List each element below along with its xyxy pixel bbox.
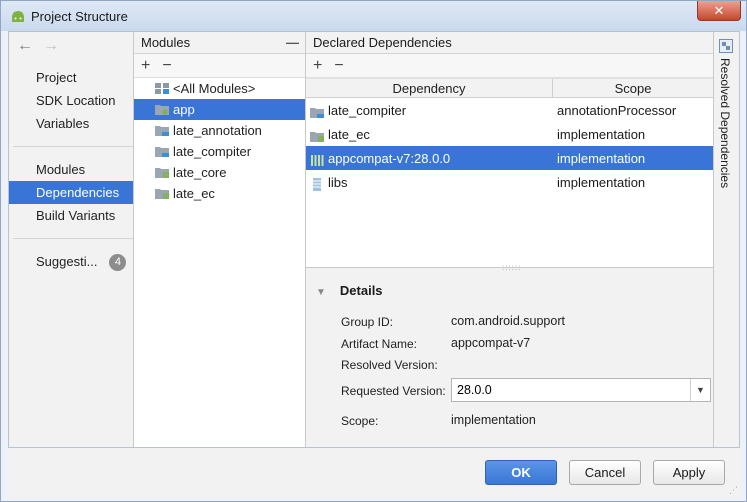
module-item-late-ec[interactable]: late_ec <box>134 183 305 204</box>
dependency-scope: annotationProcessor <box>557 102 677 118</box>
modules-header: Modules — <box>134 32 305 54</box>
dependency-name: appcompat-v7:28.0.0 <box>328 150 451 166</box>
library-icon <box>311 154 324 166</box>
nav-divider <box>13 238 133 239</box>
window-title: Project Structure <box>31 8 128 24</box>
scope-label: Scope: <box>341 414 379 428</box>
column-header-dependency[interactable]: Dependency <box>306 79 553 97</box>
table-row[interactable]: libs implementation <box>306 170 713 194</box>
all-modules-icon <box>155 83 169 94</box>
dependency-name: late_ec <box>328 126 370 142</box>
library-folder-icon <box>155 189 169 199</box>
collapse-triangle-icon: ▼ <box>316 287 326 298</box>
table-row[interactable]: appcompat-v7:28.0.0 implementation <box>306 146 713 170</box>
android-studio-icon <box>9 7 27 25</box>
add-dependency-icon[interactable]: + <box>313 57 322 75</box>
requested-version-input[interactable] <box>452 383 687 397</box>
table-row[interactable]: late_compiter annotationProcessor <box>306 98 713 122</box>
cancel-button[interactable]: Cancel <box>569 460 641 485</box>
resolved-version-label: Resolved Version: <box>341 358 438 372</box>
module-label: <All Modules> <box>173 81 256 96</box>
modules-panel: Modules — + − <All Modules> app late_ann… <box>134 32 306 447</box>
remove-dependency-icon[interactable]: − <box>334 57 343 75</box>
app-module-icon <box>155 105 169 115</box>
dependencies-table-header: Dependency Scope <box>306 78 713 98</box>
module-label: app <box>173 102 195 117</box>
forward-arrow-icon[interactable]: → <box>43 37 59 55</box>
details-panel: :::::: ▼ Details Group ID: com.android.su… <box>306 263 713 447</box>
details-header[interactable]: ▼ Details <box>316 283 383 298</box>
module-label: late_core <box>173 165 227 180</box>
module-label: late_annotation <box>173 123 262 138</box>
module-item-app[interactable]: app <box>134 99 305 120</box>
close-button[interactable]: ✕ <box>697 1 741 21</box>
suggestions-label: Suggesti... <box>36 254 98 269</box>
nav-arrows: ← → <box>9 32 133 60</box>
module-label: late_compiter <box>173 144 252 159</box>
remove-module-icon[interactable]: − <box>162 57 171 75</box>
module-item-all[interactable]: <All Modules> <box>134 78 305 99</box>
apply-button[interactable]: Apply <box>653 460 725 485</box>
artifact-name-value: appcompat-v7 <box>451 336 531 350</box>
nav-item-sdk-location[interactable]: SDK Location <box>9 89 133 112</box>
ok-button[interactable]: OK <box>485 460 557 485</box>
resolved-dependencies-label: Resolved Dependencies <box>718 58 732 189</box>
nav-divider <box>13 146 133 147</box>
nav-item-suggestions[interactable]: Suggesti... 4 <box>9 250 133 273</box>
module-folder-icon <box>155 147 169 157</box>
requested-version-label: Requested Version: <box>341 384 446 398</box>
module-item-late-annotation[interactable]: late_annotation <box>134 120 305 141</box>
minimize-icon[interactable]: — <box>286 32 299 54</box>
dependencies-panel: Declared Dependencies + − Dependency Sco… <box>306 32 713 447</box>
scope-value: implementation <box>451 413 536 427</box>
dependency-scope: implementation <box>557 150 646 166</box>
group-id-label: Group ID: <box>341 315 394 329</box>
nav-item-variables[interactable]: Variables <box>9 112 133 135</box>
table-row[interactable]: late_ec implementation <box>306 122 713 146</box>
nav-item-modules[interactable]: Modules <box>9 158 133 181</box>
dependency-scope: implementation <box>557 126 646 142</box>
library-folder-icon <box>155 168 169 178</box>
library-folder-icon <box>310 131 324 142</box>
module-item-late-compiter[interactable]: late_compiter <box>134 141 305 162</box>
module-folder-icon <box>310 107 324 118</box>
close-icon: ✕ <box>713 2 725 18</box>
nav-item-build-variants[interactable]: Build Variants <box>9 204 133 227</box>
module-label: late_ec <box>173 186 215 201</box>
dialog-footer: OK Cancel Apply ⋰ <box>8 448 740 498</box>
splitter-grip[interactable]: :::::: <box>502 263 521 272</box>
dependencies-header-label: Declared Dependencies <box>313 35 452 50</box>
project-structure-window: Project Structure ✕ ← → Project SDK Loca… <box>0 0 747 502</box>
dependencies-toolbar: + − <box>306 54 713 78</box>
nav-item-dependencies[interactable]: Dependencies <box>9 181 133 204</box>
module-item-late-core[interactable]: late_core <box>134 162 305 183</box>
column-header-scope[interactable]: Scope <box>553 79 713 97</box>
nav-item-project[interactable]: Project <box>9 66 133 89</box>
resize-grip-icon[interactable]: ⋰ <box>729 485 738 496</box>
module-folder-icon <box>155 126 169 136</box>
group-id-value: com.android.support <box>451 314 565 328</box>
add-module-icon[interactable]: + <box>141 57 150 75</box>
dependencies-header: Declared Dependencies <box>306 32 713 54</box>
dependency-name: libs <box>328 174 348 190</box>
left-nav: ← → Project SDK Location Variables Modul… <box>9 32 134 447</box>
dependency-name: late_compiter <box>328 102 407 118</box>
main-content: ← → Project SDK Location Variables Modul… <box>8 31 740 448</box>
suggestions-count-badge: 4 <box>109 254 127 272</box>
artifact-name-label: Artifact Name: <box>341 337 418 351</box>
library-icon <box>313 177 321 191</box>
title-bar: Project Structure ✕ <box>1 1 746 31</box>
chevron-down-icon[interactable]: ▼ <box>690 379 710 401</box>
resolved-dependencies-icon <box>719 39 733 53</box>
requested-version-combobox[interactable]: ▼ <box>451 378 711 402</box>
dependency-scope: implementation <box>557 174 646 190</box>
back-arrow-icon[interactable]: ← <box>17 37 33 55</box>
modules-header-label: Modules <box>141 35 191 50</box>
modules-toolbar: + − <box>134 54 305 78</box>
resolved-dependencies-strip[interactable]: Resolved Dependencies <box>713 32 739 447</box>
details-title: Details <box>339 283 383 298</box>
